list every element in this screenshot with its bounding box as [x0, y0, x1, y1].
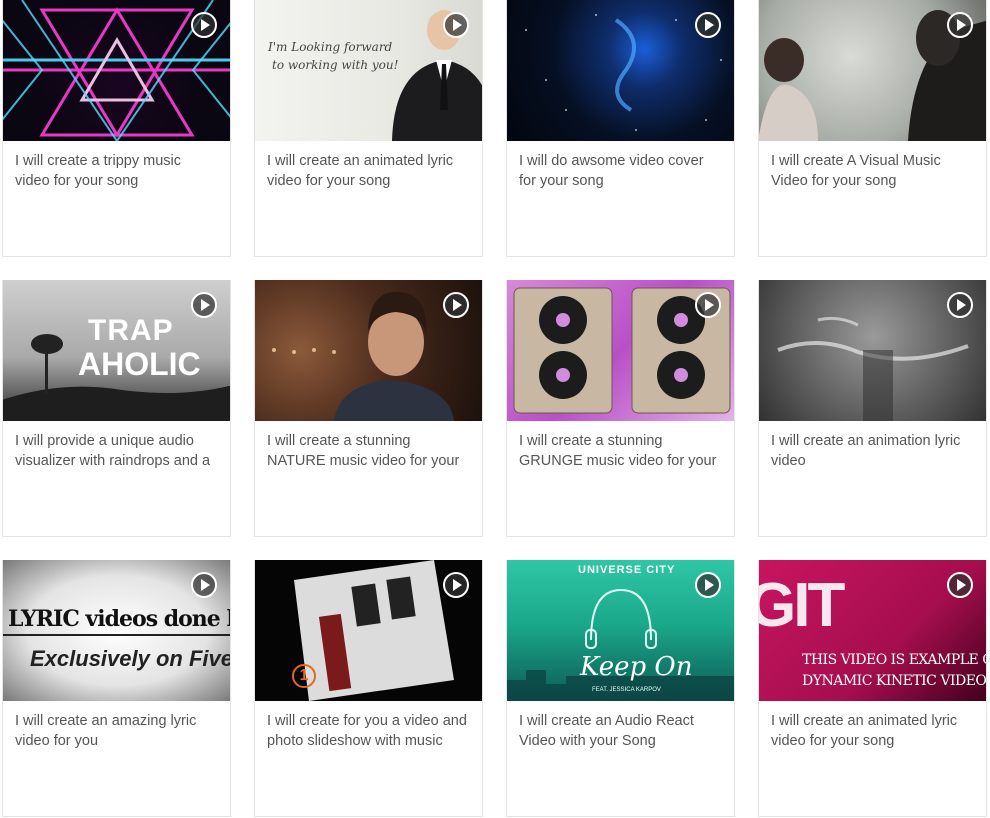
gig-card[interactable]: I'm Looking forward to working with you!… [254, 0, 483, 257]
gig-card[interactable]: TRAP AHOLIC I will provide a unique audi… [2, 280, 231, 537]
gig-thumbnail[interactable]: GIT THIS VIDEO IS EXAMPLE OF DYNAMIC KIN… [759, 560, 987, 701]
play-icon[interactable] [191, 12, 217, 38]
play-icon[interactable] [443, 292, 469, 318]
gig-title[interactable]: I will create an animation lyric video [771, 431, 974, 471]
gig-card[interactable]: I will create A Visual Music Video for y… [758, 0, 987, 257]
gig-thumbnail[interactable]: I'm Looking forward to working with you! [255, 0, 482, 141]
play-icon[interactable] [695, 292, 721, 318]
gig-thumbnail[interactable]: TRAP AHOLIC [3, 280, 230, 421]
play-icon[interactable] [443, 12, 469, 38]
thumb-caption: Exclusively on Fiverr [30, 646, 231, 671]
gig-card[interactable]: I will do awsome video cover for your so… [506, 0, 735, 257]
play-icon[interactable] [443, 572, 469, 598]
gig-card[interactable]: I will create a stunning NATURE music vi… [254, 280, 483, 537]
thumb-caption: UNIVERSE CITY [578, 564, 676, 576]
gig-card[interactable]: LYRIC videos done here Exclusively on Fi… [2, 560, 231, 817]
play-icon[interactable] [695, 12, 721, 38]
play-icon[interactable] [695, 572, 721, 598]
gig-thumbnail[interactable] [759, 280, 986, 421]
gig-title[interactable]: I will create a stunning NATURE music vi… [267, 431, 470, 471]
gig-title[interactable]: I will create a stunning GRUNGE music vi… [519, 431, 722, 471]
gig-card[interactable]: I will create a stunning GRUNGE music vi… [506, 280, 735, 537]
gig-thumbnail[interactable] [507, 0, 734, 141]
play-icon[interactable] [191, 292, 217, 318]
gig-card[interactable]: I will create a trippy music video for y… [2, 0, 231, 257]
gig-thumbnail[interactable] [759, 0, 986, 141]
play-icon[interactable] [947, 572, 973, 598]
thumb-caption: TRAP [88, 314, 174, 347]
gig-thumbnail[interactable]: LYRIC videos done here Exclusively on Fi… [3, 560, 231, 701]
divider [3, 634, 230, 636]
gig-title[interactable]: I will do awsome video cover for your so… [519, 151, 722, 191]
gig-card[interactable]: GIT THIS VIDEO IS EXAMPLE OF DYNAMIC KIN… [758, 560, 987, 817]
gig-title[interactable]: I will create an animated lyric video fo… [771, 711, 974, 751]
gig-thumbnail[interactable] [3, 0, 230, 141]
thumb-caption: Keep On [580, 652, 693, 682]
thumb-caption: LYRIC videos done here [8, 606, 230, 632]
gig-title[interactable]: I will create an amazing lyric video for… [15, 711, 218, 751]
gig-title[interactable]: I will create an animated lyric video fo… [267, 151, 470, 191]
gig-thumbnail[interactable]: UNIVERSE CITY Keep On FEAT. JESSICA KARP… [507, 560, 734, 701]
gig-title[interactable]: I will create an Audio React Video with … [519, 711, 722, 751]
gig-title[interactable]: I will create A Visual Music Video for y… [771, 151, 974, 191]
gig-card[interactable]: I will create an animation lyric video [758, 280, 987, 537]
thumb-caption: AHOLIC [78, 346, 201, 382]
thumb-caption: FEAT. JESSICA KARPOV [592, 687, 661, 693]
gig-thumbnail[interactable] [507, 280, 734, 421]
thumb-caption: THIS VIDEO IS EXAMPLE OF [802, 652, 987, 668]
play-icon[interactable] [947, 292, 973, 318]
gig-title[interactable]: I will provide a unique audio visualizer… [15, 431, 218, 471]
gig-card[interactable]: UNIVERSE CITY Keep On FEAT. JESSICA KARP… [506, 560, 735, 817]
gig-thumbnail[interactable]: 1 [255, 560, 482, 701]
play-icon[interactable] [191, 572, 217, 598]
gig-title[interactable]: I will create for you a video and photo … [267, 711, 470, 751]
thumb-caption: 1 [292, 664, 316, 688]
thumb-caption: GIT [759, 571, 845, 640]
thumb-caption: DYNAMIC KINETIC VIDEO [802, 673, 987, 689]
play-icon[interactable] [947, 12, 973, 38]
gig-card[interactable]: 1 I will create for you a video and phot… [254, 560, 483, 817]
gig-title[interactable]: I will create a trippy music video for y… [15, 151, 218, 191]
gig-thumbnail[interactable] [255, 280, 482, 421]
